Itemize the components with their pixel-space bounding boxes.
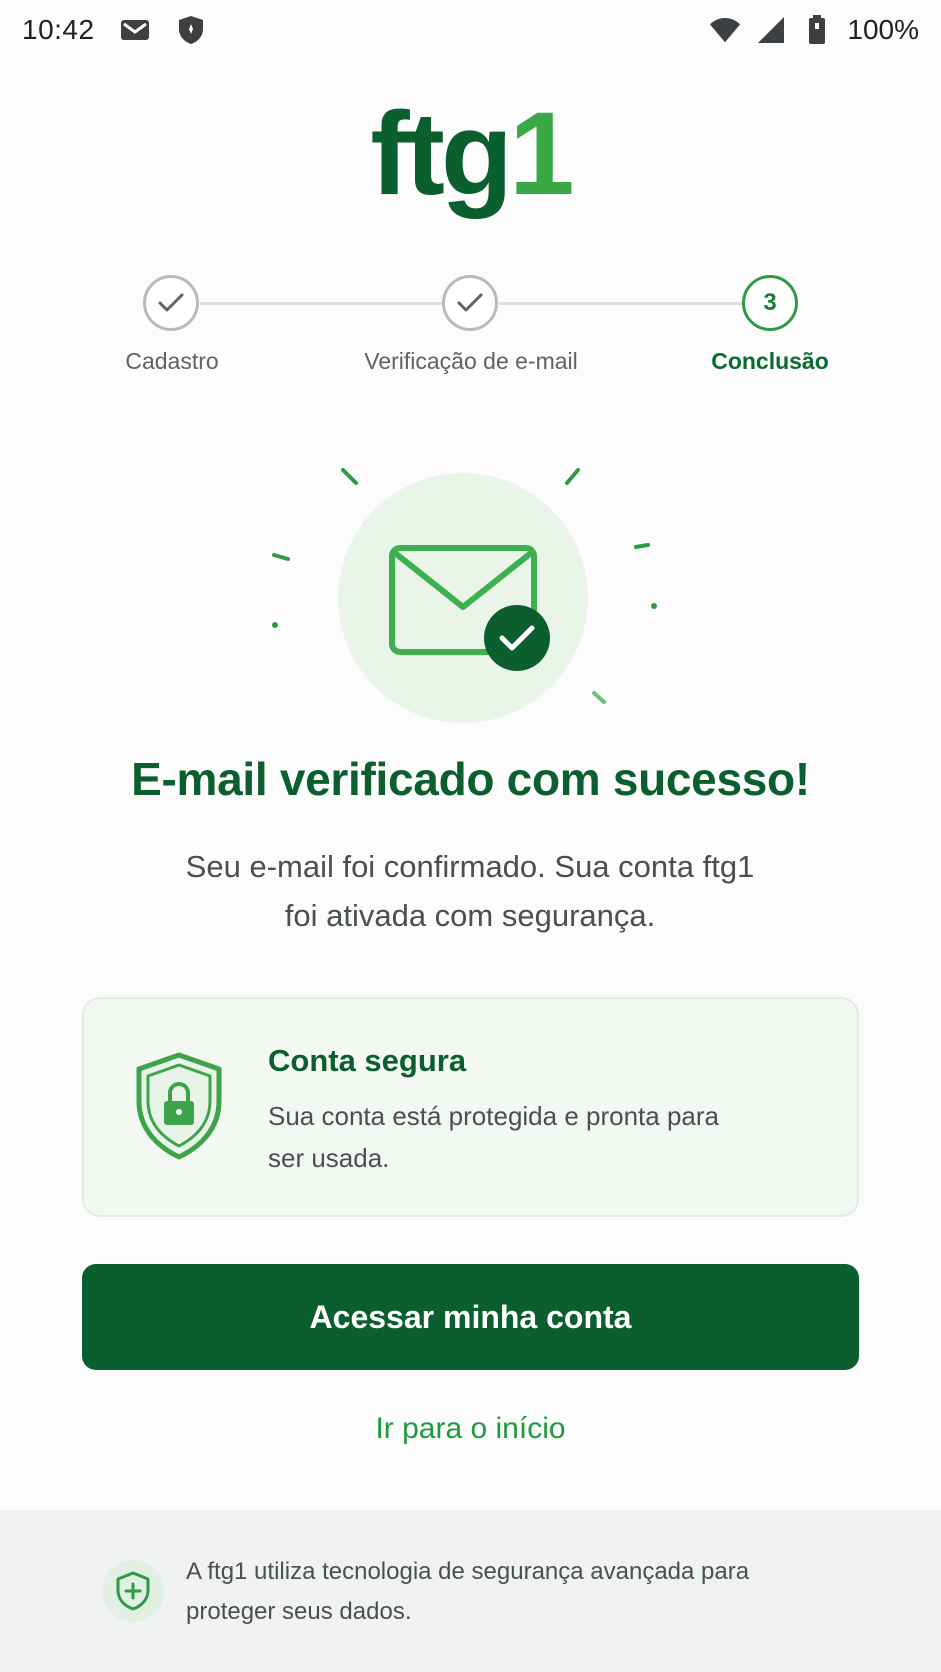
gmail-icon <box>119 14 151 46</box>
step-3-number: 3 <box>742 275 798 331</box>
step-label-conclusao: Conclusão <box>711 348 829 374</box>
go-home-link[interactable]: Ir para o início <box>0 1412 941 1446</box>
step-label-cadastro: Cadastro <box>125 348 219 374</box>
battery-percent: 100% <box>847 14 919 45</box>
logo-accent: 1 <box>509 88 575 220</box>
status-bar: 10:42 100% <box>0 0 941 60</box>
access-account-button[interactable]: Acessar minha conta <box>82 1264 859 1370</box>
shield-icon <box>175 14 207 46</box>
step-connector <box>499 302 743 305</box>
step-label-verificacao: Verificação de e-mail <box>364 348 578 374</box>
envelope-check-icon <box>250 455 690 735</box>
wifi-icon <box>709 14 741 46</box>
status-time: 10:42 <box>22 14 95 45</box>
verification-success-screen: 10:42 100% ftg1 3 Cadastro Verificação d… <box>0 0 941 1672</box>
footer-security-note: A ftg1 utiliza tecnologia de segurança a… <box>186 1558 750 1625</box>
shield-plus-icon <box>102 1560 164 1622</box>
shield-lock-icon <box>134 1051 224 1161</box>
card-description: Sua conta está protegida e pronta para s… <box>268 1101 719 1173</box>
confirmation-message: Seu e-mail foi confirmado. Sua conta ftg… <box>185 849 755 933</box>
page-title: E-mail verificado com sucesso! <box>131 753 810 805</box>
step-1-check-icon <box>143 275 199 331</box>
progress-stepper: 3 Cadastro Verificação de e-mail Conclus… <box>0 272 941 382</box>
status-left: 10:42 <box>22 14 207 46</box>
card-title: Conta segura <box>268 1043 467 1078</box>
logo-main: ftg <box>370 88 513 220</box>
step-2-check-icon <box>442 275 498 331</box>
status-right: 100% <box>709 14 919 46</box>
secure-account-card: Conta segura Sua conta está protegida e … <box>82 997 859 1217</box>
security-footer: A ftg1 utiliza tecnologia de segurança a… <box>0 1510 941 1672</box>
battery-icon <box>801 14 833 46</box>
ftg1-logo: ftg1 <box>0 95 941 213</box>
signal-icon <box>755 14 787 46</box>
step-connector <box>200 302 442 305</box>
